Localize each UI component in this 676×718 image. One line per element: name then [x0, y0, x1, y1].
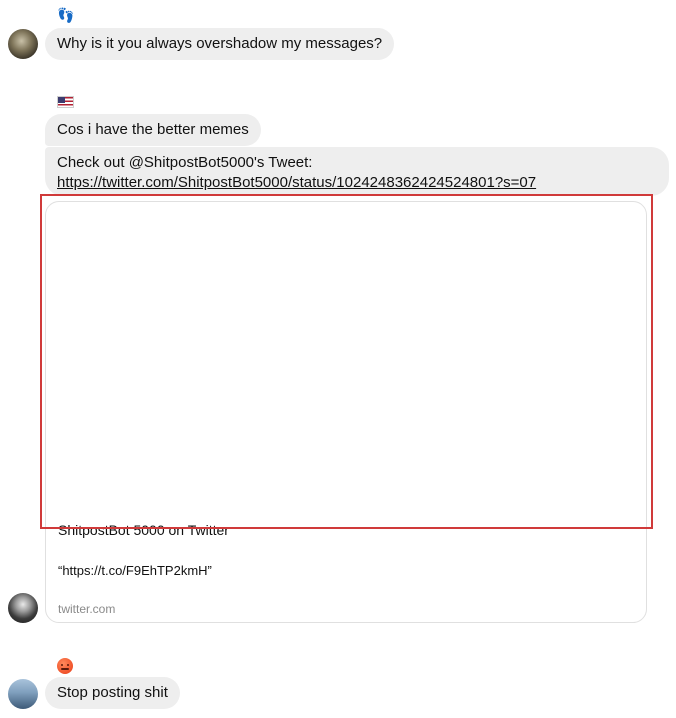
preview-description: “https://t.co/F9EhTP2kmH” — [58, 563, 212, 578]
message-bubble[interactable]: Check out @ShitpostBot5000's Tweet: http… — [45, 147, 669, 196]
message-text: Why is it you always overshadow my messa… — [57, 35, 383, 52]
avatar[interactable] — [8, 593, 38, 623]
message-text: Check out @ShitpostBot5000's Tweet: — [57, 154, 313, 171]
us-flag-icon — [57, 96, 74, 108]
message-bubble[interactable]: Cos i have the better memes — [45, 114, 261, 146]
avatar[interactable] — [8, 29, 38, 59]
message-text: Cos i have the better memes — [57, 121, 249, 138]
chat-thread: 👣 Why is it you always overshadow my mes… — [0, 0, 676, 718]
avatar[interactable] — [8, 679, 38, 709]
message-bubble[interactable]: Why is it you always overshadow my messa… — [45, 28, 395, 60]
tweet-link[interactable]: https://twitter.com/ShitpostBot5000/stat… — [57, 173, 657, 193]
footprints-icon: 👣 — [57, 7, 75, 23]
message-bubble[interactable]: Stop posting shit — [45, 677, 180, 709]
angry-face-icon — [57, 658, 73, 674]
link-preview-card[interactable]: ShitpostBot 5000 on Twitter “https://t.c… — [45, 201, 647, 623]
message-text: Stop posting shit — [57, 684, 168, 701]
preview-title: ShitpostBot 5000 on Twitter — [58, 522, 229, 538]
preview-domain: twitter.com — [58, 602, 116, 616]
